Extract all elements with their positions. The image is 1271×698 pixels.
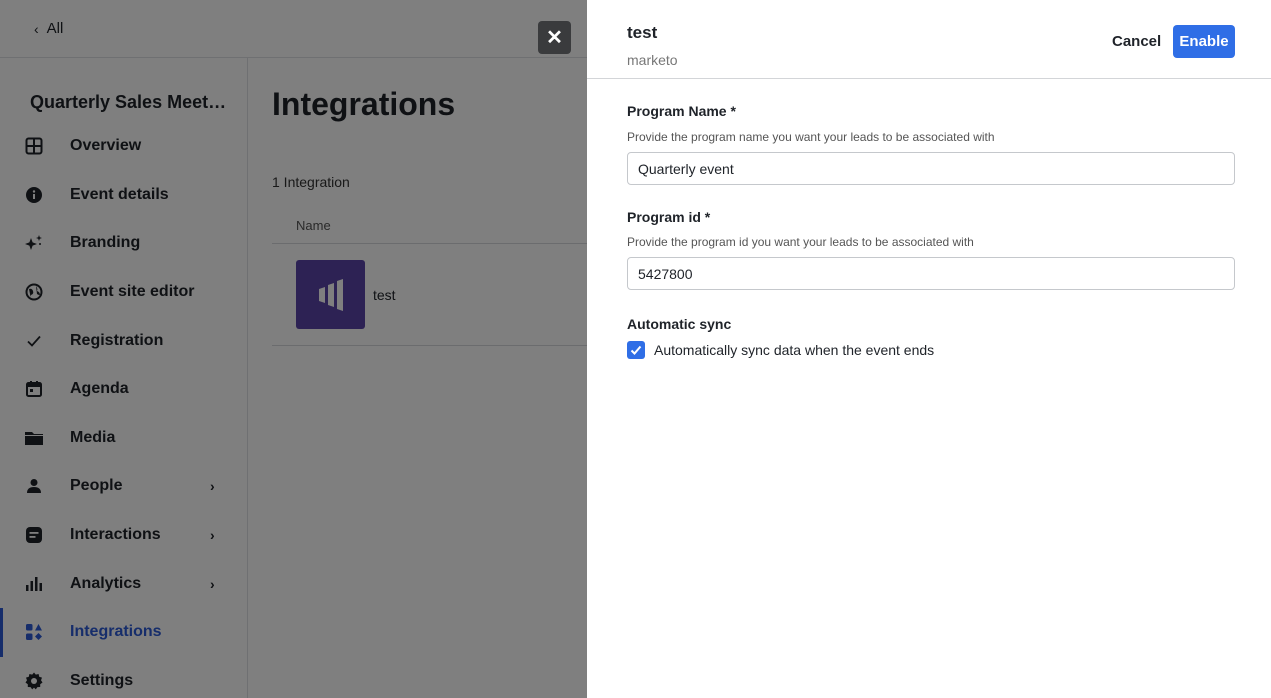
cancel-button[interactable]: Cancel [1112, 33, 1161, 50]
drawer-header: test marketo Cancel Enable [587, 0, 1271, 79]
auto-sync-checkbox-label: Automatically sync data when the event e… [654, 342, 935, 358]
program-name-field[interactable]: Quarterly event [627, 152, 1235, 185]
close-button[interactable]: ✕ [538, 21, 571, 54]
enable-button[interactable]: Enable [1173, 25, 1235, 58]
program-id-help: Provide the program id you want your lea… [627, 235, 974, 249]
program-id-label: Program id * [627, 209, 711, 225]
checkmark-icon [630, 345, 642, 355]
program-name-label: Program Name * [627, 103, 736, 119]
auto-sync-checkbox[interactable] [627, 341, 645, 359]
automatic-sync-option[interactable]: Automatically sync data when the event e… [627, 341, 934, 359]
drawer-subtitle: marketo [627, 52, 678, 68]
modal-backdrop[interactable] [0, 0, 587, 698]
automatic-sync-label: Automatic sync [627, 316, 732, 332]
program-id-value: 5427800 [638, 265, 693, 282]
program-name-value: Quarterly event [638, 160, 734, 177]
drawer-title: test [627, 23, 658, 42]
program-id-field[interactable]: 5427800 [627, 257, 1235, 290]
program-name-help: Provide the program name you want your l… [627, 130, 995, 144]
integration-drawer: test marketo Cancel Enable Program Name … [587, 0, 1271, 698]
